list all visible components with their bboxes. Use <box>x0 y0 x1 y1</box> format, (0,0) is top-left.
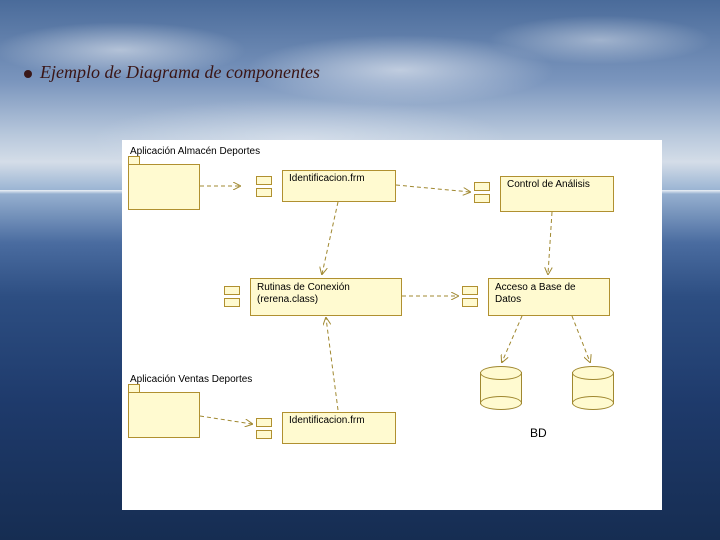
component-identificacion2-label: Identificacion.frm <box>289 415 365 426</box>
package-ventas-label: Aplicación Ventas Deportes <box>130 374 252 385</box>
component-control-label: Control de Análisis <box>507 179 607 190</box>
diagram-panel: Aplicación Almacén Deportes Identificaci… <box>122 140 662 510</box>
component-identificacion: Identificacion.frm <box>282 170 396 202</box>
bullet-icon <box>24 70 32 78</box>
component-rutinas-label: Rutinas de Conexión (rerena.class) <box>257 282 395 306</box>
package-almacen-body <box>128 164 200 210</box>
component-identificacion-2: Identificacion.frm <box>282 412 396 444</box>
slide-title: Ejemplo de Diagrama de componentes <box>40 62 320 83</box>
component-acceso-label: Acceso a Base de Datos <box>495 282 603 306</box>
slide-background: Ejemplo de Diagrama de componentes Aplic… <box>0 0 720 540</box>
component-lug-icon <box>474 180 502 204</box>
database-cylinder-icon <box>480 366 520 410</box>
package-ventas-body <box>128 392 200 438</box>
component-rutinas-conexion: Rutinas de Conexión (rerena.class) <box>250 278 402 316</box>
database-cylinder-icon <box>572 366 612 410</box>
component-control-analisis: Control de Análisis <box>500 176 614 212</box>
database-label: BD <box>530 426 547 440</box>
component-lug-icon <box>462 284 490 308</box>
component-lug-icon <box>256 416 284 440</box>
component-acceso-bd: Acceso a Base de Datos <box>488 278 610 316</box>
component-lug-icon <box>256 174 284 198</box>
package-almacen-label: Aplicación Almacén Deportes <box>130 146 260 157</box>
component-identificacion-label: Identificacion.frm <box>289 173 365 184</box>
component-lug-icon <box>224 284 252 308</box>
